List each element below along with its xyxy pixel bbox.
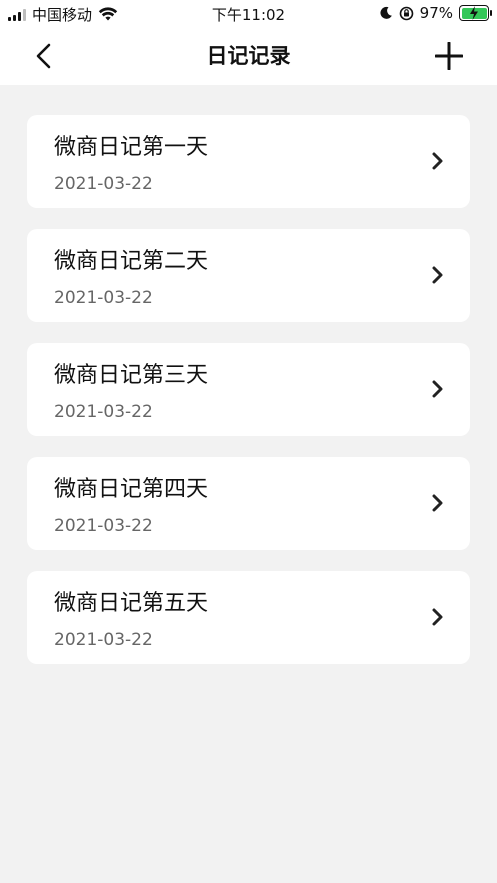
orientation-lock-icon xyxy=(399,6,413,20)
diary-date: 2021-03-22 xyxy=(54,288,153,308)
diary-item[interactable]: 微商日记第一天 2021-03-22 xyxy=(27,115,470,208)
battery-percent: 97% xyxy=(419,4,453,22)
nav-bar: 日记记录 xyxy=(0,28,497,85)
page-title: 日记记录 xyxy=(206,44,291,68)
diary-title: 微商日记第四天 xyxy=(54,477,209,502)
moon-icon xyxy=(380,6,392,19)
diary-date: 2021-03-22 xyxy=(54,174,153,194)
battery-charging-icon xyxy=(459,5,492,21)
diary-date: 2021-03-22 xyxy=(54,516,153,536)
diary-title: 微商日记第一天 xyxy=(54,135,209,160)
diary-item[interactable]: 微商日记第三天 2021-03-22 xyxy=(27,343,470,436)
diary-date: 2021-03-22 xyxy=(54,630,153,650)
chevron-right-icon xyxy=(428,379,448,399)
diary-title: 微商日记第五天 xyxy=(54,591,209,616)
diary-list: 微商日记第一天 2021-03-22 微商日记第二天 2021-03-22 微商… xyxy=(27,115,470,685)
screen: 中国移动 下午11:02 97% 日记记录 微商日记第一天 2021-03-22… xyxy=(0,0,497,883)
diary-item[interactable]: 微商日记第四天 2021-03-22 xyxy=(27,457,470,550)
diary-title: 微商日记第二天 xyxy=(54,249,209,274)
diary-title: 微商日记第三天 xyxy=(54,363,209,388)
chevron-right-icon xyxy=(428,607,448,627)
add-diary-button[interactable] xyxy=(433,40,465,72)
chevron-right-icon xyxy=(428,151,448,171)
plus-icon xyxy=(435,42,463,70)
diary-date: 2021-03-22 xyxy=(54,402,153,422)
chevron-right-icon xyxy=(428,265,448,285)
diary-item[interactable]: 微商日记第五天 2021-03-22 xyxy=(27,571,470,664)
status-bar: 中国移动 下午11:02 97% xyxy=(0,0,497,28)
status-right: 97% xyxy=(379,4,492,22)
diary-item[interactable]: 微商日记第二天 2021-03-22 xyxy=(27,229,470,322)
chevron-right-icon xyxy=(428,493,448,513)
